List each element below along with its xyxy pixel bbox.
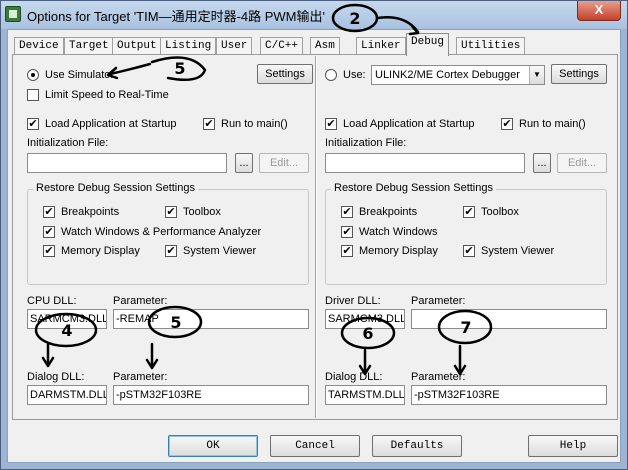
- right-breakpoints-label: Breakpoints: [359, 206, 418, 218]
- right-system-viewer-label: System Viewer: [481, 245, 555, 257]
- right-toolbox-label: Toolbox: [481, 206, 519, 218]
- left-dialog-dll-input[interactable]: DARMSTM.DLL: [27, 385, 107, 405]
- use-debugger-label: Use:: [343, 69, 366, 81]
- title-bar: Options for Target 'TIM—通用定时器-4路 PWM输出' …: [1, 1, 627, 29]
- right-init-file-input[interactable]: [325, 153, 525, 173]
- simulator-settings-button[interactable]: Settings: [257, 64, 313, 84]
- left-system-viewer-checkbox[interactable]: ✔: [165, 245, 177, 257]
- right-dialog-param-input[interactable]: -pSTM32F103RE: [411, 385, 607, 405]
- left-breakpoints-checkbox[interactable]: ✔: [43, 206, 55, 218]
- left-load-app-label: Load Application at Startup: [45, 118, 177, 130]
- use-debugger-radio[interactable]: [325, 69, 337, 81]
- use-simulator-radio[interactable]: [27, 69, 39, 81]
- tab-asm[interactable]: Asm: [310, 37, 340, 55]
- debugger-settings-button[interactable]: Settings: [551, 64, 607, 84]
- window-title: Options for Target 'TIM—通用定时器-4路 PWM输出': [27, 9, 325, 24]
- driver-param-label: Parameter:: [411, 295, 466, 307]
- tab-utilities[interactable]: Utilities: [456, 37, 526, 55]
- cancel-button[interactable]: Cancel: [270, 435, 360, 457]
- right-restore-title: Restore Debug Session Settings: [331, 182, 496, 194]
- left-toolbox-checkbox[interactable]: ✔: [165, 206, 177, 218]
- ok-button[interactable]: OK: [168, 435, 258, 457]
- right-run-to-main-checkbox[interactable]: ✔: [501, 118, 513, 130]
- left-dialog-dll-label: Dialog DLL:: [27, 371, 85, 383]
- tab-user[interactable]: User: [216, 37, 253, 55]
- tab-target[interactable]: Target: [64, 37, 114, 55]
- left-watch-windows-checkbox[interactable]: ✔: [43, 226, 55, 238]
- left-watch-windows-label: Watch Windows & Performance Analyzer: [61, 226, 262, 238]
- tab-linker[interactable]: Linker: [356, 37, 406, 55]
- right-browse-button[interactable]: ...: [533, 153, 551, 173]
- options-dialog: Options for Target 'TIM—通用定时器-4路 PWM输出' …: [0, 0, 628, 470]
- left-restore-title: Restore Debug Session Settings: [33, 182, 198, 194]
- right-toolbox-checkbox[interactable]: ✔: [463, 206, 475, 218]
- limit-speed-label: Limit Speed to Real-Time: [45, 89, 169, 101]
- right-memory-display-checkbox[interactable]: ✔: [341, 245, 353, 257]
- right-dialog-dll-label: Dialog DLL:: [325, 371, 383, 383]
- left-breakpoints-label: Breakpoints: [61, 206, 120, 218]
- left-toolbox-label: Toolbox: [183, 206, 221, 218]
- left-run-to-main-label: Run to main(): [221, 118, 288, 130]
- right-breakpoints-checkbox[interactable]: ✔: [341, 206, 353, 218]
- use-simulator-label: Use Simulator: [45, 69, 115, 81]
- tab-output[interactable]: Output: [112, 37, 162, 55]
- driver-param-input[interactable]: [411, 309, 607, 329]
- tab-cpp[interactable]: C/C++: [260, 37, 304, 55]
- left-system-viewer-label: System Viewer: [183, 245, 257, 257]
- dialog-client: Device Target Output Listing User C/C++ …: [7, 29, 621, 463]
- right-dialog-dll-input[interactable]: TARMSTM.DLL: [325, 385, 405, 405]
- help-button[interactable]: Help: [528, 435, 618, 457]
- left-memory-display-checkbox[interactable]: ✔: [43, 245, 55, 257]
- tab-listing[interactable]: Listing: [160, 37, 217, 55]
- left-memory-display-label: Memory Display: [61, 245, 140, 257]
- right-edit-button[interactable]: Edit...: [557, 153, 607, 173]
- cpu-dll-input[interactable]: SARMCM3.DLL: [27, 309, 107, 329]
- limit-speed-checkbox[interactable]: [27, 89, 39, 101]
- right-watch-windows-label: Watch Windows: [359, 226, 438, 238]
- left-edit-button[interactable]: Edit...: [259, 153, 309, 173]
- right-dialog-param-label: Parameter:: [411, 371, 466, 383]
- right-run-to-main-label: Run to main(): [519, 118, 586, 130]
- tab-device[interactable]: Device: [14, 37, 64, 55]
- defaults-button[interactable]: Defaults: [372, 435, 462, 457]
- chevron-down-icon[interactable]: ▼: [529, 66, 544, 84]
- left-init-file-input[interactable]: [27, 153, 227, 173]
- right-init-file-label: Initialization File:: [325, 137, 407, 149]
- left-run-to-main-checkbox[interactable]: ✔: [203, 118, 215, 130]
- left-dialog-param-input[interactable]: -pSTM32F103RE: [113, 385, 309, 405]
- driver-dll-input[interactable]: SARMCM3.DLL: [325, 309, 405, 329]
- right-watch-windows-checkbox[interactable]: ✔: [341, 226, 353, 238]
- left-init-file-label: Initialization File:: [27, 137, 109, 149]
- right-load-app-label: Load Application at Startup: [343, 118, 475, 130]
- left-browse-button[interactable]: ...: [235, 153, 253, 173]
- close-button[interactable]: X: [577, 1, 621, 21]
- debug-tab-panel: Use Simulator Settings Limit Speed to Re…: [12, 54, 618, 420]
- left-dialog-param-label: Parameter:: [113, 371, 168, 383]
- panel-divider: [315, 56, 317, 418]
- tab-strip: Device Target Output Listing User C/C++ …: [12, 33, 618, 56]
- debugger-select[interactable]: ULINK2/ME Cortex Debugger ▼: [371, 65, 545, 85]
- cpu-dll-label: CPU DLL:: [27, 295, 77, 307]
- right-memory-display-label: Memory Display: [359, 245, 438, 257]
- right-system-viewer-checkbox[interactable]: ✔: [463, 245, 475, 257]
- tab-debug[interactable]: Debug: [406, 33, 450, 56]
- right-load-app-checkbox[interactable]: ✔: [325, 118, 337, 130]
- cpu-param-input[interactable]: -REMAP: [113, 309, 309, 329]
- driver-dll-label: Driver DLL:: [325, 295, 381, 307]
- left-load-app-checkbox[interactable]: ✔: [27, 118, 39, 130]
- cpu-param-label: Parameter:: [113, 295, 168, 307]
- app-icon: [5, 6, 21, 22]
- debugger-select-value: ULINK2/ME Cortex Debugger: [375, 69, 520, 81]
